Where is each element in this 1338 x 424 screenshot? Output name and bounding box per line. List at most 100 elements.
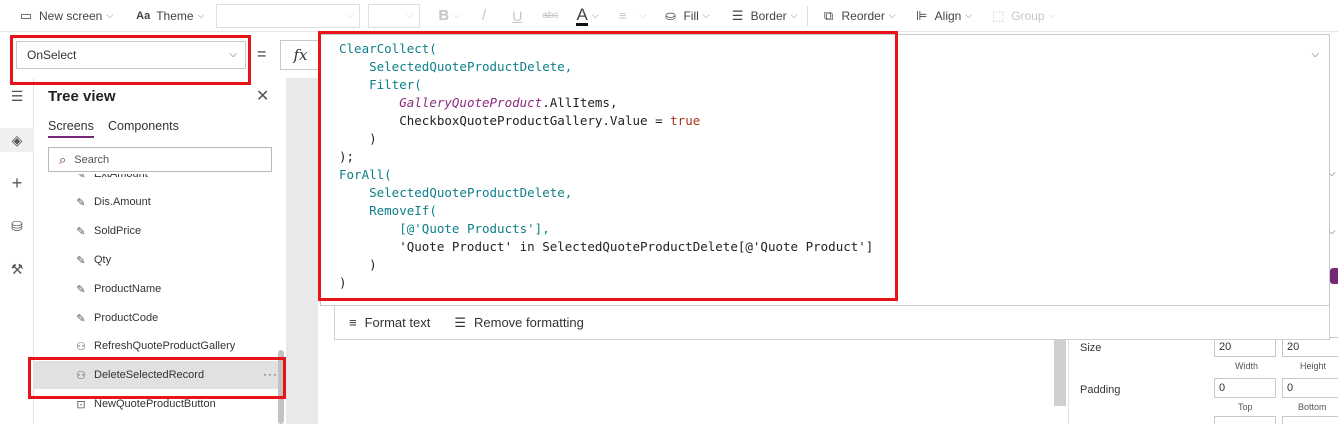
padding-left-input[interactable] bbox=[1214, 416, 1276, 424]
new-screen-label: New screen bbox=[39, 8, 103, 23]
formula-token bbox=[339, 203, 369, 218]
formula-token bbox=[339, 59, 369, 74]
more-options-icon[interactable]: ··· bbox=[263, 367, 278, 381]
chevron-down-icon: ⌵ bbox=[639, 10, 647, 20]
database-icon[interactable]: ⛁ bbox=[0, 214, 34, 238]
chevron-down-icon[interactable]: ⌵ bbox=[1311, 49, 1319, 60]
property-dropdown[interactable]: OnSelect ⌵ bbox=[16, 41, 246, 69]
edit-icon: ✎ bbox=[76, 283, 86, 296]
tree-item[interactable]: ✎ ExtAmount bbox=[34, 174, 286, 188]
hamburger-menu-icon[interactable]: ☰ bbox=[0, 84, 34, 108]
formula-token: 'Quote Product' in SelectedQuoteProductD… bbox=[339, 239, 874, 254]
formula-token bbox=[339, 185, 369, 200]
formula-token bbox=[339, 221, 399, 236]
edit-icon: ✎ bbox=[76, 312, 86, 325]
formula-line: RemoveIf( bbox=[339, 202, 873, 220]
italic-button[interactable]: / bbox=[476, 0, 492, 32]
bottom-label: Bottom bbox=[1298, 402, 1327, 412]
fill-button[interactable]: ⛀ Fill ⌵ bbox=[656, 0, 715, 32]
canvas-scrollbar[interactable] bbox=[1054, 340, 1066, 406]
paint-bucket-icon: ⛀ bbox=[665, 7, 676, 23]
tab-screens[interactable]: Screens bbox=[48, 119, 94, 138]
add-icon[interactable]: + bbox=[0, 171, 34, 195]
size-height-input[interactable] bbox=[1282, 337, 1338, 357]
text-align-button[interactable]: ≡ ⌵ bbox=[609, 0, 653, 32]
height-label: Height bbox=[1300, 361, 1327, 371]
border-button[interactable]: ☰ Border ⌵ bbox=[724, 0, 804, 32]
toggle-indicator[interactable] bbox=[1330, 268, 1338, 284]
fx-icon: fx bbox=[293, 46, 308, 64]
remove-formatting-button[interactable]: ☰ Remove formatting bbox=[454, 315, 583, 331]
layers-icon[interactable]: ◈ bbox=[0, 128, 34, 152]
underline-icon: U bbox=[512, 7, 523, 24]
chevron-down-icon: ⌵ bbox=[229, 49, 237, 60]
tree-item[interactable]: ⚇ DeleteSelectedRecord ··· bbox=[34, 361, 286, 389]
ribbon-toolbar: ▭ New screen ⌵ Aa Theme ⌵ ⌵ ⌵ B ⌵ / U ab… bbox=[0, 0, 1338, 32]
formula-token: [@'Quote Products'], bbox=[399, 221, 550, 236]
font-color-icon: A bbox=[576, 4, 588, 26]
chevron-down-icon: ⌵ bbox=[965, 10, 973, 20]
reorder-button[interactable]: ⧉ Reorder ⌵ bbox=[814, 0, 901, 32]
padding-bottom-input[interactable] bbox=[1282, 378, 1338, 398]
chevron-down-icon: ⌵ bbox=[453, 10, 461, 20]
icon-control-icon: ⚇ bbox=[76, 369, 86, 382]
align-button[interactable]: ⊫ Align ⌵ bbox=[908, 0, 979, 32]
reorder-label: Reorder bbox=[841, 8, 885, 23]
size-width-input[interactable] bbox=[1214, 337, 1276, 357]
formula-code[interactable]: ClearCollect( SelectedQuoteProductDelete… bbox=[339, 40, 873, 292]
font-size-select[interactable]: ⌵ bbox=[368, 3, 421, 28]
theme-button[interactable]: Aa Theme ⌵ bbox=[129, 0, 210, 32]
formula-token: RemoveIf( bbox=[369, 203, 437, 218]
tree-view-panel: Tree view ✕ Screens Components ⌕ Search … bbox=[34, 78, 286, 424]
formula-line: GalleryQuoteProduct.AllItems, bbox=[339, 94, 873, 112]
chevron-down-icon: ⌵ bbox=[346, 9, 354, 20]
formula-format-bar: ≡ Format text ☰ Remove formatting bbox=[334, 306, 1330, 340]
formula-token: GalleryQuoteProduct bbox=[399, 95, 543, 110]
format-text-icon: ≡ bbox=[349, 315, 357, 330]
toolbar-divider bbox=[807, 5, 809, 26]
formula-editor[interactable]: ClearCollect( SelectedQuoteProductDelete… bbox=[320, 34, 1330, 306]
padding-right-input[interactable] bbox=[1282, 416, 1338, 424]
chevron-down-icon: ⌵ bbox=[888, 10, 896, 20]
bold-icon: B bbox=[438, 7, 450, 24]
tree-item-label: RefreshQuoteProductGallery bbox=[94, 340, 236, 352]
align-label: Align bbox=[934, 8, 962, 23]
bold-button[interactable]: B ⌵ bbox=[432, 0, 466, 32]
edit-icon: ✎ bbox=[76, 225, 86, 238]
close-icon[interactable]: ✕ bbox=[256, 86, 269, 106]
strikethrough-button[interactable]: abc bbox=[536, 0, 564, 32]
group-button[interactable]: ⬚ Group ⌵ bbox=[984, 0, 1061, 32]
property-dropdown-value: OnSelect bbox=[27, 48, 77, 62]
fx-button[interactable]: fx bbox=[280, 40, 320, 70]
format-text-button[interactable]: ≡ Format text bbox=[349, 315, 430, 330]
formula-line: ) bbox=[339, 256, 873, 274]
formula-line: 'Quote Product' in SelectedQuoteProductD… bbox=[339, 238, 873, 256]
tools-icon[interactable]: ⚒ bbox=[0, 257, 34, 281]
formula-token: ) bbox=[339, 131, 377, 146]
tree-item[interactable]: ✎ Qty bbox=[34, 246, 286, 274]
formula-line: SelectedQuoteProductDelete, bbox=[339, 184, 873, 202]
tree-item[interactable]: ✎ ProductCode bbox=[34, 304, 286, 332]
chevron-down-icon: ⌵ bbox=[702, 10, 710, 20]
tab-components[interactable]: Components bbox=[108, 119, 179, 136]
chevron-down-icon: ⌵ bbox=[591, 10, 599, 20]
group-icon: ⬚ bbox=[992, 7, 1005, 23]
tree-item[interactable]: ⚇ RefreshQuoteProductGallery bbox=[34, 332, 286, 360]
tree-item[interactable]: ✎ SoldPrice bbox=[34, 217, 286, 245]
underline-button[interactable]: U bbox=[506, 0, 528, 32]
tree-item[interactable]: ✎ ProductName bbox=[34, 275, 286, 303]
new-screen-button[interactable]: ▭ New screen ⌵ bbox=[0, 0, 119, 32]
padding-top-input[interactable] bbox=[1214, 378, 1276, 398]
tree-item-label: ProductName bbox=[94, 283, 162, 295]
font-family-select[interactable]: ⌵ bbox=[216, 3, 361, 28]
group-label: Group bbox=[1011, 8, 1045, 23]
tree-item[interactable]: ⊡ NewQuoteProductButton bbox=[34, 390, 286, 418]
tree-item[interactable]: ✎ Dis.Amount bbox=[34, 188, 286, 216]
tree-search-input[interactable]: ⌕ Search bbox=[48, 147, 272, 172]
font-color-button[interactable]: A ⌵ bbox=[570, 0, 604, 32]
tree-scrollbar[interactable] bbox=[278, 350, 284, 424]
formula-line: ClearCollect( bbox=[339, 40, 873, 58]
remove-formatting-label: Remove formatting bbox=[474, 315, 584, 330]
reorder-icon: ⧉ bbox=[823, 7, 834, 23]
formula-token: Filter( bbox=[369, 77, 422, 92]
